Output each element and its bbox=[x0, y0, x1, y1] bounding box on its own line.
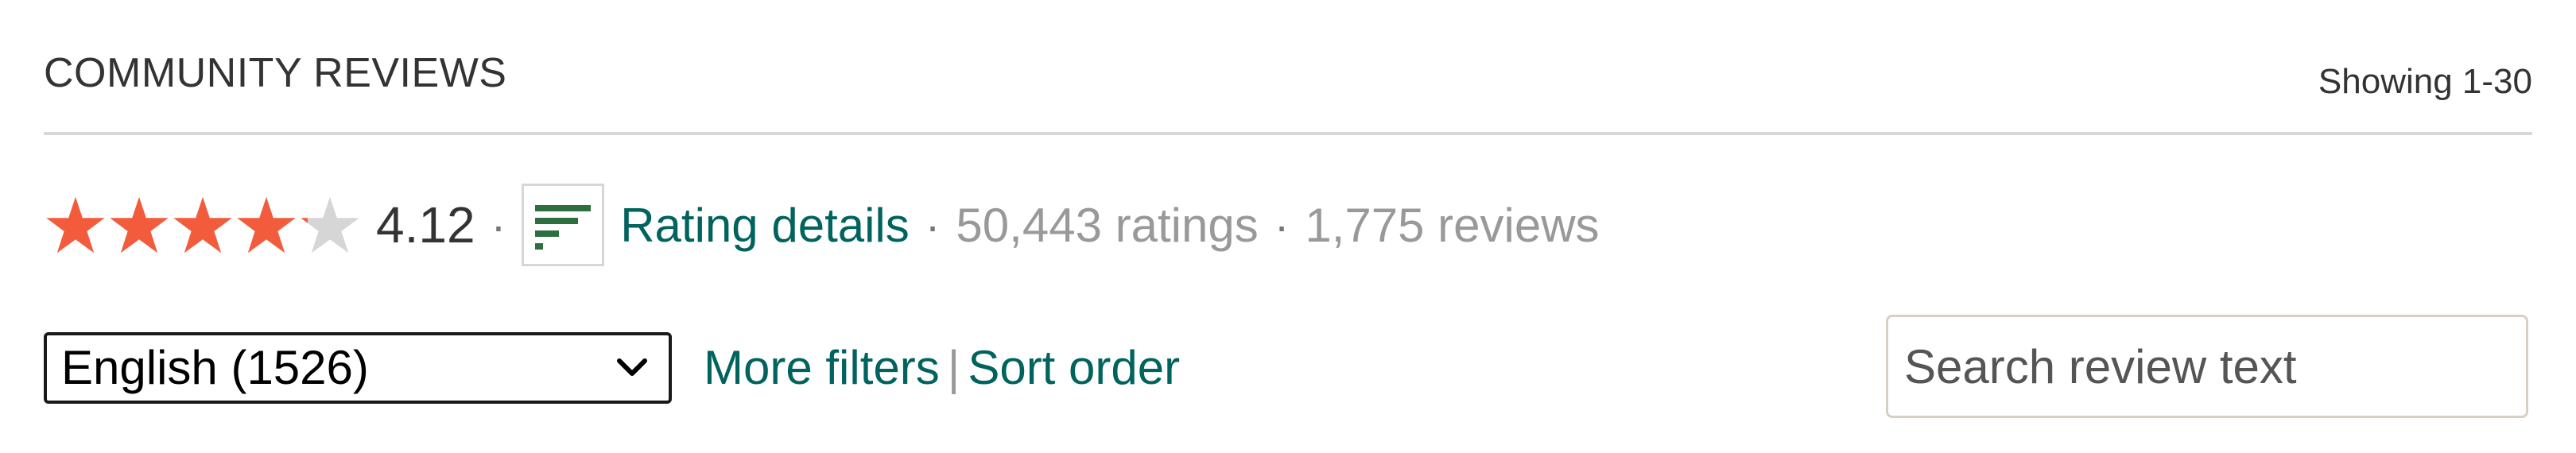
section-title: COMMUNITY REVIEWS bbox=[44, 50, 507, 96]
filter-bar: English (1526) More filters | Sort order bbox=[44, 330, 1180, 405]
language-select-value: English (1526) bbox=[61, 341, 369, 394]
sort-order-link[interactable]: Sort order bbox=[968, 340, 1180, 395]
search-review-input[interactable] bbox=[1904, 317, 2521, 416]
filter-divider: | bbox=[947, 341, 960, 394]
header-divider bbox=[44, 132, 2532, 135]
chevron-down-icon bbox=[617, 358, 647, 376]
star-icon bbox=[237, 196, 296, 254]
separator-dot: · bbox=[925, 199, 941, 250]
star-icon bbox=[110, 196, 169, 254]
star-icon bbox=[173, 196, 232, 254]
separator-dot: · bbox=[1274, 199, 1290, 250]
star-icon bbox=[301, 196, 359, 254]
rating-summary: 4.12 · Rating details · 50,443 ratings ·… bbox=[44, 181, 1600, 269]
star-rating bbox=[44, 193, 362, 257]
search-review-box bbox=[1886, 315, 2528, 418]
star-icon bbox=[46, 196, 105, 254]
rating-graph-icon[interactable] bbox=[522, 184, 605, 266]
ratings-count: 50,443 ratings bbox=[956, 198, 1259, 252]
rating-details-link[interactable]: Rating details bbox=[620, 198, 910, 253]
reviews-count: 1,775 reviews bbox=[1305, 198, 1600, 252]
average-rating: 4.12 bbox=[376, 196, 475, 254]
community-reviews-header: COMMUNITY REVIEWS Showing 1-30 bbox=[44, 46, 2532, 134]
showing-range: Showing 1-30 bbox=[2318, 62, 2532, 101]
language-select[interactable]: English (1526) bbox=[44, 331, 672, 404]
more-filters-link[interactable]: More filters bbox=[704, 340, 940, 395]
separator-dot: · bbox=[491, 199, 506, 250]
